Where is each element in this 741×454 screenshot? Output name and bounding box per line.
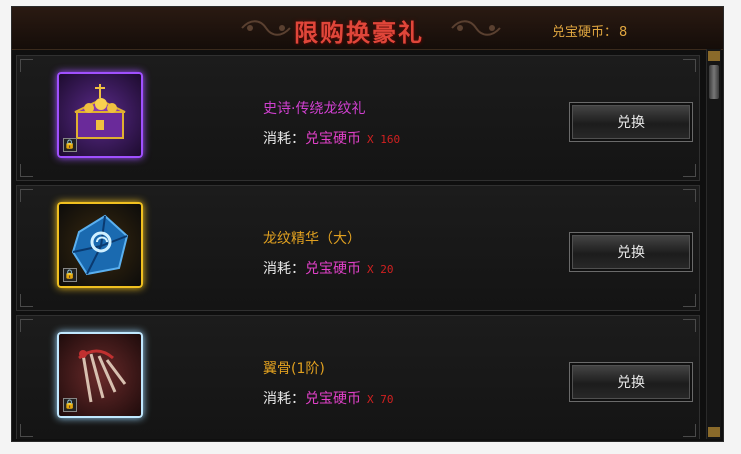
cost-quantity: X 160 [367, 133, 401, 146]
item-name: 翼骨(1阶) [263, 361, 325, 377]
wing-bone-icon[interactable]: 🔒 [57, 332, 143, 418]
coin-value: 8 [619, 25, 628, 40]
cost-quantity: X 20 [367, 263, 394, 276]
currency-name: 兑宝硬币 [305, 391, 361, 407]
list-item: 🔒 龙纹精华（大） 消耗：兑宝硬币 X 20 兑换 [16, 185, 700, 311]
exchange-button[interactable]: 兑换 [569, 362, 693, 402]
scroll-thumb[interactable] [709, 65, 719, 99]
exchange-button[interactable]: 兑换 [569, 232, 693, 272]
lock-icon: 🔒 [63, 398, 77, 412]
cost-label: 消耗： [263, 261, 305, 277]
lock-icon: 🔒 [63, 268, 77, 282]
coin-balance: 兑宝硬币： 8 [552, 21, 627, 40]
scrollbar[interactable] [706, 49, 721, 439]
right-ornament-icon [451, 20, 501, 36]
item-name: 龙纹精华（大） [263, 231, 361, 247]
list-item: 🔒 翼骨(1阶) 消耗：兑宝硬币 X 70 兑换 [16, 315, 700, 439]
item-cost: 消耗：兑宝硬币 X 70 [263, 388, 394, 408]
exchange-panel: 限购换豪礼 兑宝硬币： 8 🔒 史诗·传绕龙纹礼 消耗：兑宝硬币 X 160 兑… [11, 6, 724, 442]
currency-name: 兑宝硬币 [305, 261, 361, 277]
cost-quantity: X 70 [367, 393, 394, 406]
coin-label: 兑宝硬币： [552, 25, 618, 40]
cost-label: 消耗： [263, 391, 305, 407]
treasure-chest-icon[interactable]: 🔒 [57, 72, 143, 158]
scroll-up-icon[interactable] [708, 51, 720, 61]
item-list[interactable]: 🔒 史诗·传绕龙纹礼 消耗：兑宝硬币 X 160 兑换 🔒 龙纹精华（大） 消耗… [16, 53, 700, 439]
panel-header: 限购换豪礼 兑宝硬币： 8 [12, 7, 723, 50]
cost-label: 消耗： [263, 131, 305, 147]
item-cost: 消耗：兑宝硬币 X 20 [263, 258, 394, 278]
item-name: 史诗·传绕龙纹礼 [263, 101, 366, 117]
list-item: 🔒 史诗·传绕龙纹礼 消耗：兑宝硬币 X 160 兑换 [16, 55, 700, 181]
item-cost: 消耗：兑宝硬币 X 160 [263, 128, 400, 148]
scroll-down-icon[interactable] [708, 427, 720, 437]
currency-name: 兑宝硬币 [305, 131, 361, 147]
left-ornament-icon [241, 20, 291, 36]
exchange-button[interactable]: 兑换 [569, 102, 693, 142]
blue-crystal-icon[interactable]: 🔒 [57, 202, 143, 288]
page-title: 限购换豪礼 [294, 19, 424, 47]
lock-icon: 🔒 [63, 138, 77, 152]
